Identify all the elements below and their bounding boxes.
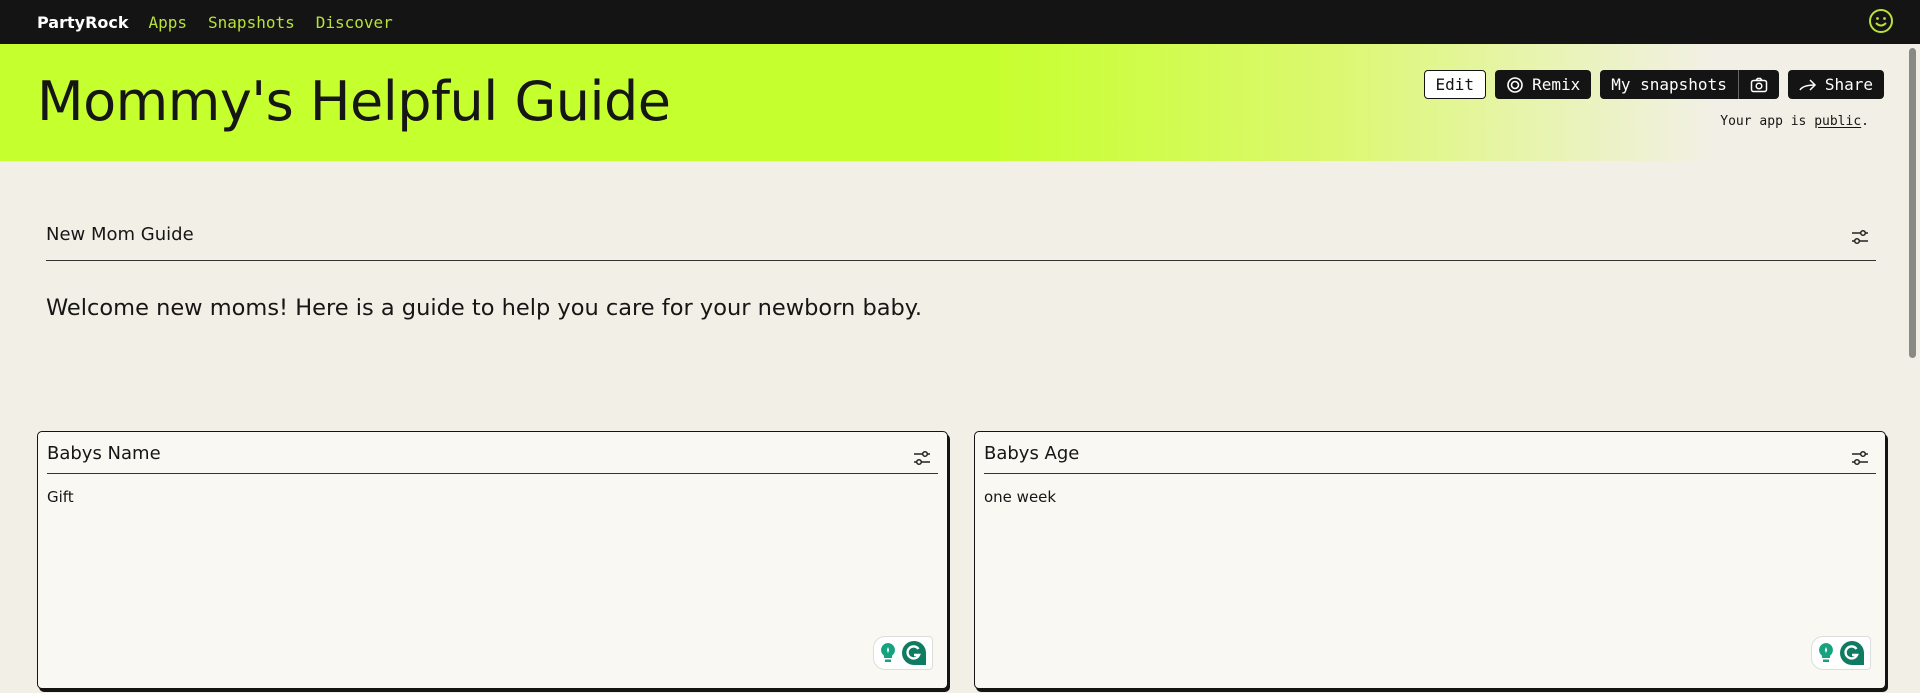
visibility-prefix: Your app is [1720,114,1815,129]
babys-name-widget: Babys Name Gift [37,431,948,689]
camera-icon [1750,77,1768,92]
remix-label: Remix [1532,75,1581,94]
lightbulb-icon [881,643,895,662]
snapshots-label: My snapshots [1611,75,1727,94]
babys-age-widget: Babys Age one week [974,431,1886,689]
smiley-icon[interactable] [1868,8,1894,34]
nav-snapshots[interactable]: Snapshots [208,13,295,32]
widget-title: Babys Age [984,443,1080,464]
age-input[interactable]: one week [984,488,1876,506]
edit-button[interactable]: Edit [1423,70,1487,99]
section-header: New Mom Guide [46,224,1876,261]
scrollbar-thumb[interactable] [1909,48,1916,358]
top-nav: PartyRock Apps Snapshots Discover [0,0,1920,44]
grammarly-widget[interactable] [1811,636,1871,670]
lightbulb-icon [1819,643,1833,662]
settings-sliders-icon[interactable] [1850,228,1870,246]
section-title: New Mom Guide [46,224,194,245]
public-link[interactable]: public [1814,114,1861,129]
my-snapshots-button[interactable]: My snapshots [1600,70,1739,99]
take-snapshot-button[interactable] [1738,70,1779,99]
welcome-text: Welcome new moms! Here is a guide to hel… [46,295,923,321]
settings-sliders-icon[interactable] [912,449,932,467]
share-button[interactable]: Share [1787,70,1884,99]
nav-discover[interactable]: Discover [316,13,393,32]
remix-button[interactable]: Remix [1495,70,1592,99]
grammarly-icon [902,641,926,665]
partyrock-logo[interactable]: PartyRock [37,13,129,32]
edit-label: Edit [1435,75,1475,94]
visibility-suffix: . [1861,114,1869,129]
settings-sliders-icon[interactable] [1850,449,1870,467]
name-input[interactable]: Gift [47,488,938,506]
arrow-right-icon [1799,78,1816,91]
widget-title: Babys Name [47,443,161,464]
scrollbar[interactable] [1905,44,1920,693]
nav-apps[interactable]: Apps [149,13,188,32]
share-label: Share [1824,75,1873,94]
page-title: Mommy's Helpful Guide [37,70,671,133]
app-header: Mommy's Helpful Guide Edit Remix My snap… [0,44,1905,161]
grammarly-widget[interactable] [873,636,933,670]
remix-icon [1507,76,1523,93]
visibility-note: Your app is public. [1720,114,1869,129]
grammarly-icon [1840,641,1864,665]
